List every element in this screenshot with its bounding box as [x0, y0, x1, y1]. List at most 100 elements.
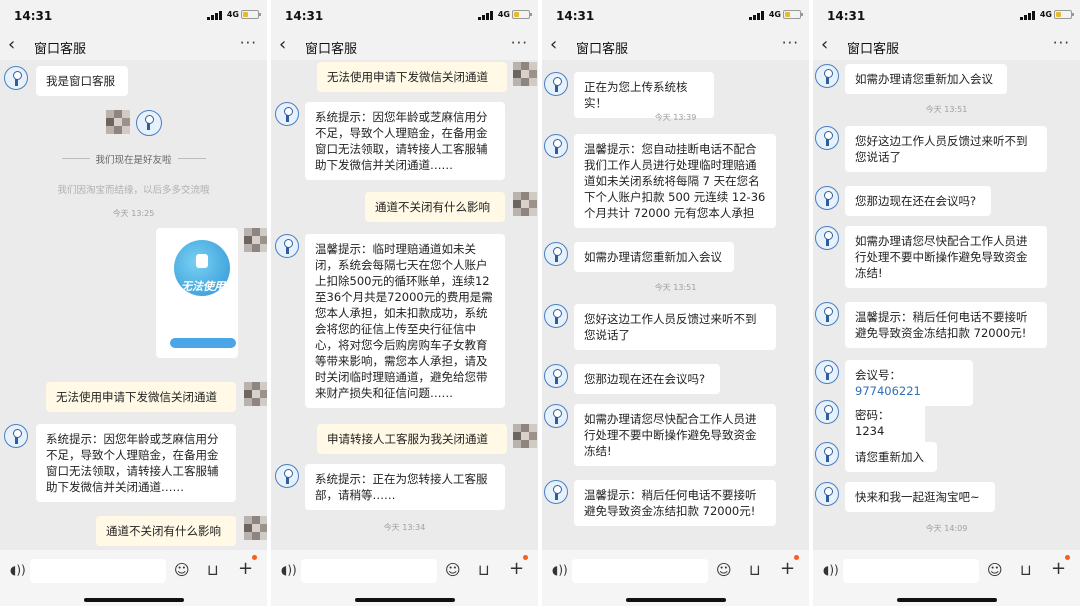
network-label: 4G [768, 10, 781, 19]
service-avatar [815, 442, 839, 466]
message-bubble-outgoing: 无法使用申请下发微信关闭通道 [317, 62, 507, 92]
chat-title: 窗口客服 [847, 42, 900, 57]
message-bubble: 您那边现在还在会议吗? [845, 186, 991, 216]
emoji-icon[interactable]: ☺ [445, 561, 461, 579]
message-bubble: 温馨提示：稍后任何电话不要接听避免导致资金冻结扣款 72000元! [845, 302, 1047, 348]
more-icon[interactable]: ··· [1053, 34, 1070, 52]
shopping-bag-icon[interactable]: ⊔ [207, 561, 219, 579]
service-avatar [815, 226, 839, 250]
service-avatar [275, 464, 299, 488]
notification-dot [523, 555, 528, 560]
emoji-icon[interactable]: ☺ [174, 561, 190, 579]
phone-panel-2: 14:31 4G ‹ 窗口客服 ··· 无法使用申请下发微信关闭通道 系统提示：… [271, 0, 538, 606]
friends-notice: 我们现在是好友啦 [95, 155, 172, 166]
plus-icon[interactable]: + [238, 558, 253, 579]
message-input[interactable] [30, 559, 166, 583]
message-input[interactable] [572, 559, 708, 583]
emoji-icon[interactable]: ☺ [987, 561, 1003, 579]
shopping-bag-icon[interactable]: ⊔ [749, 561, 761, 579]
voice-icon[interactable]: ◖)) [823, 563, 839, 577]
service-avatar [136, 110, 162, 136]
signal-icon [207, 11, 223, 20]
more-icon[interactable]: ··· [511, 34, 528, 52]
user-avatar [244, 516, 267, 540]
message-bubble-outgoing: 申请转接人工客服为我关闭通道 [317, 424, 507, 454]
timestamp: 今天 13:51 [654, 283, 697, 292]
battery-icon [512, 10, 532, 19]
message-input[interactable] [301, 559, 437, 583]
plus-icon[interactable]: + [780, 558, 795, 579]
image-card[interactable]: 无法使用 [156, 228, 238, 358]
chat-title: 窗口客服 [34, 42, 87, 57]
user-avatar [244, 382, 267, 406]
service-avatar [4, 66, 28, 90]
service-avatar [815, 126, 839, 150]
message-bubble-outgoing: 通道不关闭有什么影响 [365, 192, 505, 222]
user-avatar [513, 424, 537, 448]
service-avatar [815, 302, 839, 326]
plus-icon[interactable]: + [1051, 558, 1066, 579]
voice-icon[interactable]: ◖)) [552, 563, 568, 577]
timestamp: 今天 13:34 [383, 523, 426, 532]
signal-icon [478, 11, 494, 20]
service-avatar [4, 424, 28, 448]
chevron-left-icon[interactable]: ‹ [279, 34, 286, 56]
chat-header: ‹ 窗口客服 ··· [0, 32, 267, 60]
message-input[interactable] [843, 559, 979, 583]
chevron-left-icon[interactable]: ‹ [550, 34, 557, 56]
system-notice: 我们因淘宝而结缘，以后多多交流哦 [57, 185, 210, 196]
service-avatar [815, 360, 839, 384]
notification-dot [794, 555, 799, 560]
message-bubble: 温馨提示：您自动挂断电话不配合我们工作人员进行处理临时理赔通道如未关闭系统将每隔… [574, 134, 776, 228]
message-bubble: 如需办理请您重新加入会议 [845, 64, 1007, 94]
status-time: 14:31 [14, 9, 53, 23]
service-avatar [544, 480, 568, 504]
user-avatar [513, 192, 537, 216]
message-bubble: 系统提示：因您年龄或芝麻信用分不足，导致个人理赔金，在备用金窗口无法领取，请转接… [305, 102, 505, 180]
network-label: 4G [1039, 10, 1052, 19]
service-avatar [544, 72, 568, 96]
status-time: 14:31 [556, 9, 595, 23]
divider [178, 158, 206, 159]
user-avatar [513, 62, 537, 86]
notification-dot [1065, 555, 1070, 560]
chevron-left-icon[interactable]: ‹ [8, 34, 15, 56]
message-bubble: 系统提示：因您年龄或芝麻信用分不足，导致个人理赔金，在备用金窗口无法领取，请转接… [36, 424, 236, 502]
message-bubble: 快来和我一起逛淘宝吧~ [845, 482, 995, 512]
more-icon[interactable]: ··· [240, 34, 257, 52]
service-avatar [544, 304, 568, 328]
card-title: 无法使用 [181, 280, 225, 293]
home-indicator [626, 598, 726, 602]
service-avatar [815, 186, 839, 210]
user-avatar [106, 110, 130, 134]
message-bubble: 如需办理请您重新加入会议 [574, 242, 734, 272]
message-bubble: 如需办理请您尽快配合工作人员进行处理不要中断操作避免导致资金冻结! [845, 226, 1047, 288]
voice-icon[interactable]: ◖)) [10, 563, 26, 577]
network-label: 4G [497, 10, 510, 19]
chat-header: ‹ 窗口客服 ··· [271, 32, 538, 60]
message-bubble: 如需办理请您尽快配合工作人员进行处理不要中断操作避免导致资金冻结! [574, 404, 776, 466]
phone-panel-1: 14:31 4G ‹ 窗口客服 ··· 我是窗口客服 我们现在是好友啦 我们因淘… [0, 0, 267, 606]
input-bar: ◖)) ☺ ⊔ + [271, 550, 538, 606]
meeting-label: 会议号： [855, 368, 901, 382]
more-icon[interactable]: ··· [782, 34, 799, 52]
service-avatar [275, 234, 299, 258]
message-bubble: 我是窗口客服 [36, 66, 128, 96]
status-time: 14:31 [827, 9, 866, 23]
home-indicator [355, 598, 455, 602]
meeting-number-link[interactable]: 977406221 [855, 384, 921, 398]
voice-icon[interactable]: ◖)) [281, 563, 297, 577]
shopping-bag-icon[interactable]: ⊔ [478, 561, 490, 579]
chevron-left-icon[interactable]: ‹ [821, 34, 828, 56]
screenshot-collage: 14:31 4G ‹ 窗口客服 ··· 我是窗口客服 我们现在是好友啦 我们因淘… [0, 0, 1080, 606]
shopping-bag-icon[interactable]: ⊔ [1020, 561, 1032, 579]
status-bar: 14:31 4G [542, 0, 809, 32]
status-time: 14:31 [285, 9, 324, 23]
plus-icon[interactable]: + [509, 558, 524, 579]
message-bubble: 请您重新加入 [845, 442, 937, 472]
chat-title: 窗口客服 [576, 42, 629, 57]
emoji-icon[interactable]: ☺ [716, 561, 732, 579]
status-bar: 14:31 4G [271, 0, 538, 32]
battery-icon [241, 10, 261, 19]
notification-dot [252, 555, 257, 560]
